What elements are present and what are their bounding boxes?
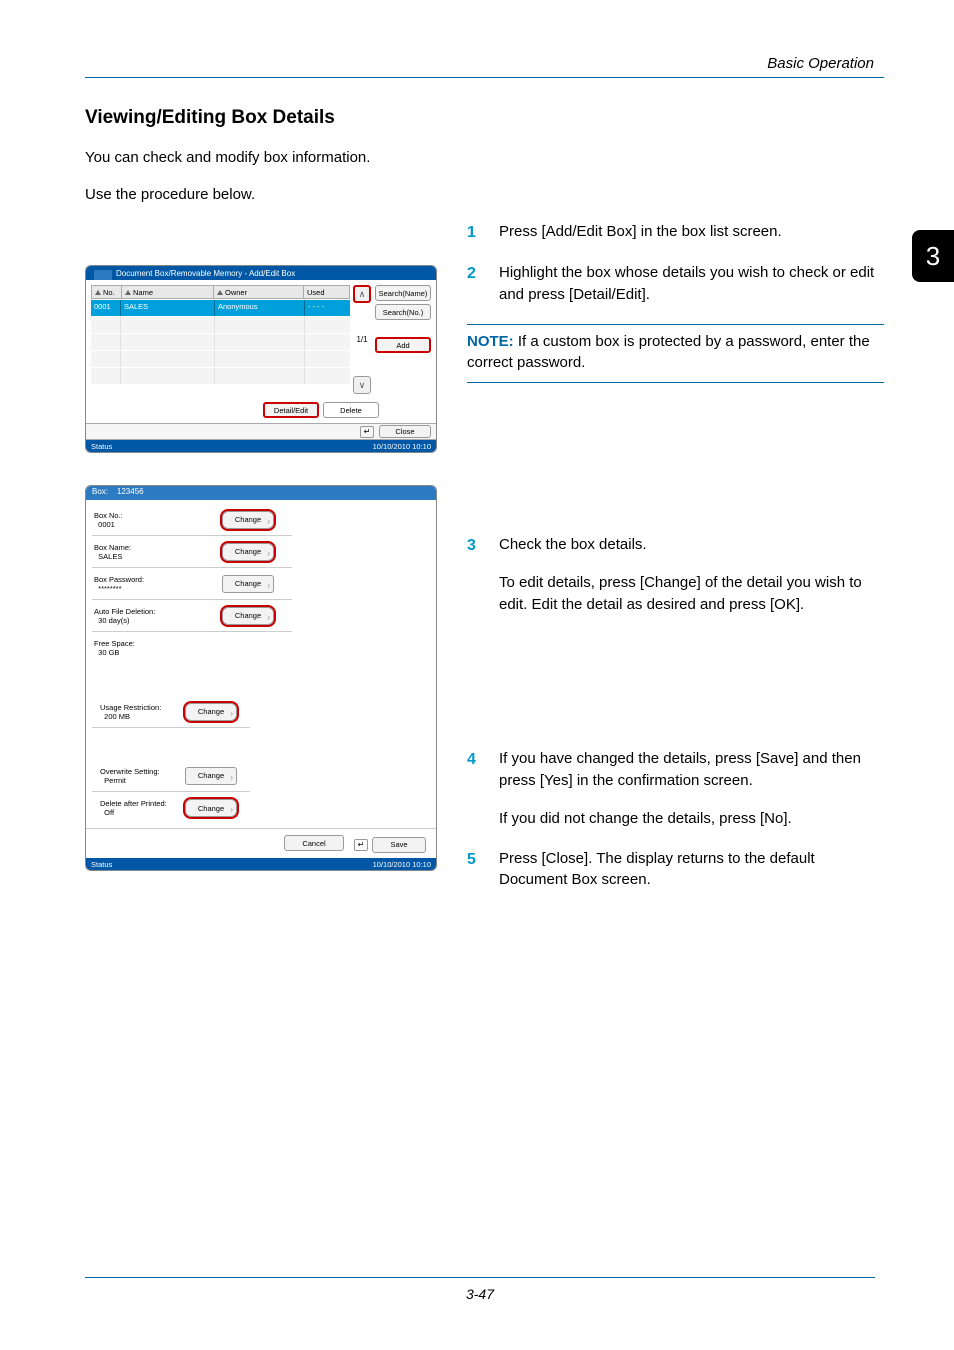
search-name-button[interactable]: Search(Name) — [375, 285, 431, 301]
intro-paragraph-1: You can check and modify box information… — [85, 147, 884, 168]
step-text: Press [Close]. The display returns to th… — [499, 848, 884, 892]
label-usage-restriction: Usage Restriction: 200 MB — [100, 703, 180, 721]
col-used[interactable]: Used — [304, 286, 349, 298]
cell-name: SALES — [121, 300, 215, 316]
screenshot-box-detail: Box: 123456 Box No.: 0001 Box Name: SALE… — [85, 485, 437, 871]
step-number: 2 — [467, 262, 499, 306]
step-number: 4 — [467, 748, 499, 829]
top-rule — [85, 77, 884, 78]
change-overwrite-button[interactable]: Change› — [185, 767, 237, 785]
cell-owner: Anonymous — [215, 300, 305, 316]
enter-icon: ↵ — [354, 839, 368, 851]
page-indicator: 1/1 — [353, 335, 371, 344]
scroll-down-button[interactable]: ∨ — [353, 376, 371, 394]
step-number: 5 — [467, 848, 499, 892]
step-text: Press [Add/Edit Box] in the box list scr… — [499, 221, 884, 244]
cancel-button[interactable]: Cancel — [284, 835, 344, 851]
status-label: Status — [91, 860, 112, 869]
status-label: Status — [91, 442, 112, 451]
status-timestamp: 10/10/2010 10:10 — [373, 860, 431, 869]
shot1-title: Document Box/Removable Memory - Add/Edit… — [116, 269, 295, 278]
status-timestamp: 10/10/2010 10:10 — [373, 442, 431, 451]
label-free-space: Free Space: 30 GB — [94, 639, 135, 657]
label-box-name: Box Name: SALES — [94, 543, 131, 561]
search-no-button[interactable]: Search(No.) — [375, 304, 431, 320]
step-text: Check the box details. To edit details, … — [499, 534, 884, 615]
close-button[interactable]: Close — [379, 425, 431, 438]
step-number: 1 — [467, 221, 499, 244]
col-no[interactable]: No. — [92, 286, 122, 298]
box-header: Box: 123456 — [86, 486, 436, 500]
cell-used: - - - - — [305, 300, 350, 316]
delete-button[interactable]: Delete — [323, 402, 379, 418]
table-row-selected[interactable]: 0001 SALES Anonymous - - - - — [91, 300, 350, 316]
change-box-name-button[interactable]: Change› — [222, 543, 274, 561]
note-block: NOTE: If a custom box is protected by a … — [467, 324, 884, 384]
note-label: NOTE: — [467, 333, 514, 350]
label-auto-delete: Auto File Deletion: 30 day(s) — [94, 607, 155, 625]
detail-edit-button[interactable]: Detail/Edit — [263, 402, 319, 418]
col-owner[interactable]: Owner — [214, 286, 304, 298]
save-button[interactable]: Save — [372, 837, 426, 853]
step-number: 3 — [467, 534, 499, 615]
label-box-no: Box No.: 0001 — [94, 511, 123, 529]
change-dap-button[interactable]: Change› — [185, 799, 237, 817]
step-text: If you have changed the details, press [… — [499, 748, 884, 829]
screenshot-box-list: Document Box/Removable Memory - Add/Edit… — [85, 265, 437, 453]
scroll-up-button[interactable]: ∧ — [353, 285, 371, 303]
change-auto-delete-button[interactable]: Change› — [222, 607, 274, 625]
table-header-row: No. Name Owner Used — [91, 285, 350, 299]
add-button[interactable]: Add — [375, 337, 431, 353]
page-number: 3-47 — [85, 1277, 875, 1302]
change-usage-button[interactable]: Change› — [185, 703, 237, 721]
step-text: Highlight the box whose details you wish… — [499, 262, 884, 306]
change-password-button[interactable]: Change› — [222, 575, 274, 593]
label-overwrite: Overwrite Setting: Permit — [100, 767, 180, 785]
chapter-badge: 3 — [912, 230, 954, 282]
intro-paragraph-2: Use the procedure below. — [85, 184, 884, 205]
label-delete-after-printed: Delete after Printed: Off — [100, 799, 180, 817]
label-box-password: Box Password: ******** — [94, 575, 144, 593]
cell-no: 0001 — [91, 300, 121, 316]
breadcrumb: Basic Operation — [85, 55, 884, 72]
change-box-no-button[interactable]: Change› — [222, 511, 274, 529]
col-name[interactable]: Name — [122, 286, 214, 298]
enter-icon: ↵ — [360, 426, 374, 438]
section-title: Viewing/Editing Box Details — [85, 107, 884, 129]
